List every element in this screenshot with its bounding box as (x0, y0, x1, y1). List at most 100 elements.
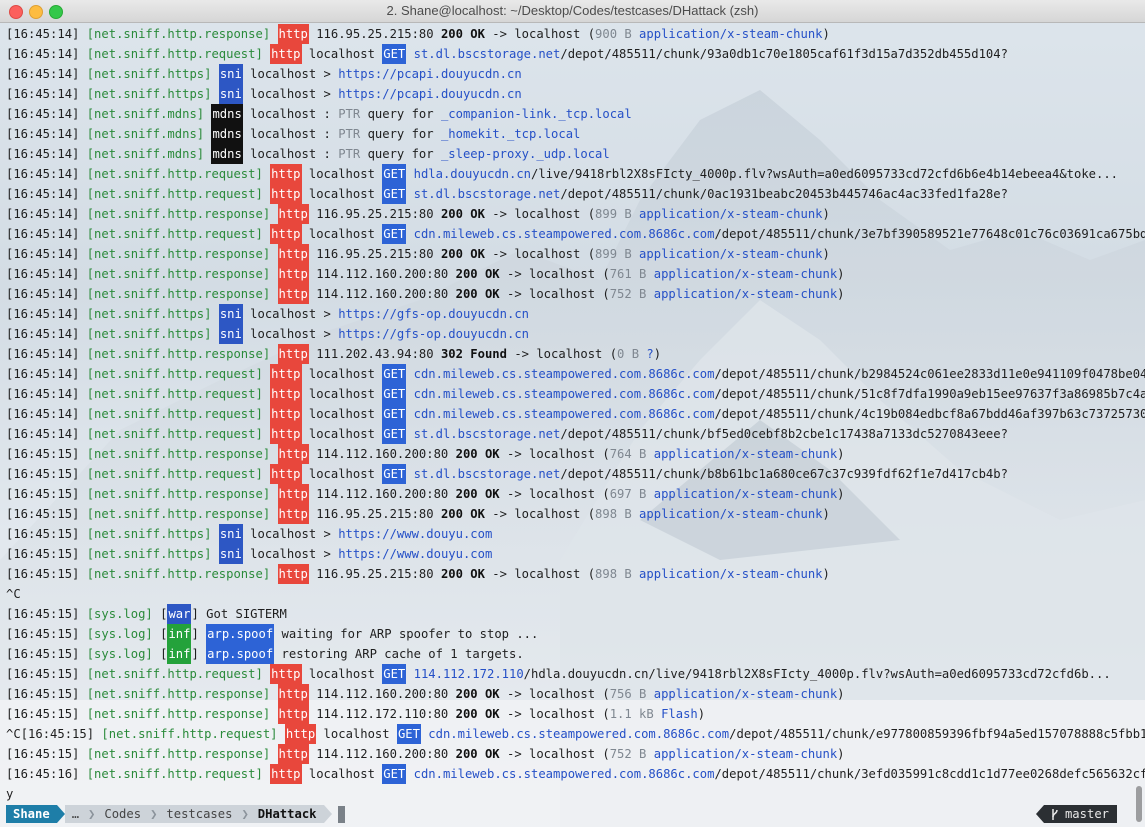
status-text: Found (462, 347, 507, 361)
log-line: [16:45:15] [net.sniff.http.response] htt… (6, 564, 1145, 584)
status-text: OK (477, 747, 500, 761)
git-branch-icon (1052, 808, 1058, 820)
status-code: 200 (440, 247, 463, 261)
log-source: 114.112.160.200:80 (308, 687, 456, 701)
url-link[interactable]: https://www.douyu.com (338, 527, 492, 541)
status-code: 200 (440, 567, 463, 581)
request-host[interactable]: cdn.mileweb.cs.steampowered.com.8686c.co… (406, 407, 715, 421)
url-link[interactable]: https://gfs-op.douyucdn.cn (338, 327, 529, 341)
log-module-tag: [net.sniff.https] (86, 527, 212, 541)
terminal-window: 2. Shane@localhost: ~/Desktop/Codes/test… (0, 0, 1145, 827)
log-text: ) (822, 507, 830, 521)
log-text: -> localhost ( (484, 507, 596, 521)
log-timestamp: [16:45:16] (6, 767, 80, 781)
protocol-badge: http (277, 284, 309, 304)
log-text: ) (837, 747, 845, 761)
log-line: [16:45:15] [net.sniff.http.response] htt… (6, 744, 1145, 764)
protocol-badge: http (270, 184, 302, 204)
log-source: 111.202.43.94:80 (308, 347, 441, 361)
url-link[interactable]: https://pcapi.douyucdn.cn (338, 67, 521, 81)
log-message: Got SIGTERM (198, 607, 287, 621)
log-text: -> localhost ( (499, 487, 610, 501)
protocol-badge: http (284, 724, 317, 744)
log-module-tag: [net.sniff.http.response] (86, 687, 271, 701)
log-text: -> localhost ( (484, 27, 596, 41)
url-link[interactable]: _sleep-proxy._udp.local (441, 147, 610, 161)
request-path: /depot/485511/chunk/3e7bf390589521e77648… (714, 227, 1145, 241)
status-code: 200 (455, 687, 478, 701)
log-line: [16:45:14] [net.sniff.http.request] http… (6, 424, 1145, 444)
log-line: [16:45:14] [net.sniff.http.response] htt… (6, 344, 1145, 364)
status-text: OK (477, 487, 500, 501)
status-code: 200 (440, 207, 463, 221)
git-status: master (1035, 805, 1117, 823)
url-link[interactable]: https://gfs-op.douyucdn.cn (338, 307, 529, 321)
log-module-tag: [net.sniff.http.response] (86, 267, 271, 281)
log-source: localhost > (242, 87, 339, 101)
method-badge: GET (382, 664, 407, 684)
log-module-tag: [net.sniff.mdns] (86, 147, 205, 161)
status-text: OK (477, 447, 500, 461)
log-module-tag: [sys.log] (86, 607, 153, 621)
log-source: 116.95.25.215:80 (308, 507, 441, 521)
log-source: 114.112.160.200:80 (308, 287, 456, 301)
log-module-tag: [net.sniff.http.response] (86, 287, 271, 301)
text-cursor[interactable] (337, 805, 345, 823)
request-host[interactable]: hdla.douyucdn.cn (406, 167, 531, 181)
content-type: application/x-steam-chunk (631, 567, 823, 581)
status-text: OK (462, 247, 485, 261)
content-type: ? (639, 347, 654, 361)
terminal-output[interactable]: [16:45:14] [net.sniff.http.response] htt… (6, 24, 1145, 804)
log-line: [16:45:16] [net.sniff.http.request] http… (6, 764, 1145, 784)
url-link[interactable]: https://pcapi.douyucdn.cn (338, 87, 521, 101)
log-module-tag: [net.sniff.http.response] (86, 747, 271, 761)
request-host[interactable]: cdn.mileweb.cs.steampowered.com.8686c.co… (406, 387, 715, 401)
log-bracket: ] (191, 647, 199, 661)
log-timestamp: [16:45:15] (6, 507, 80, 521)
log-text: -> localhost ( (499, 707, 610, 721)
request-host[interactable]: cdn.mileweb.cs.steampowered.com.8686c.co… (406, 227, 715, 241)
protocol-badge: sni (218, 324, 243, 344)
url-link[interactable]: _homekit._tcp.local (441, 127, 580, 141)
log-source: localhost (301, 387, 383, 401)
raw-output: y (6, 787, 14, 801)
log-source: localhost > (242, 527, 339, 541)
content-type: application/x-steam-chunk (631, 507, 823, 521)
protocol-badge: http (277, 504, 309, 524)
log-module-tag: [net.sniff.http.request] (86, 407, 263, 421)
request-host[interactable]: cdn.mileweb.cs.steampowered.com.8686c.co… (406, 367, 715, 381)
request-host[interactable]: 114.112.172.110 (406, 667, 524, 681)
log-line: [16:45:14] [net.sniff.http.request] http… (6, 384, 1145, 404)
request-host[interactable]: st.dl.bscstorage.net (406, 47, 561, 61)
request-host[interactable]: cdn.mileweb.cs.steampowered.com.8686c.co… (421, 727, 729, 741)
protocol-badge: http (277, 564, 309, 584)
log-timestamp: [16:45:15] (6, 487, 80, 501)
log-timestamp: [16:45:14] (6, 207, 80, 221)
log-timestamp: [16:45:15] (6, 667, 80, 681)
log-line: [16:45:15] [net.sniff.https] sni localho… (6, 524, 1145, 544)
log-source: localhost (301, 227, 383, 241)
log-source: 114.112.160.200:80 (308, 267, 456, 281)
request-host[interactable]: cdn.mileweb.cs.steampowered.com.8686c.co… (406, 767, 715, 781)
status-code: 200 (455, 447, 478, 461)
status-text: OK (477, 287, 500, 301)
protocol-badge: http (277, 744, 309, 764)
log-line: [16:45:14] [net.sniff.http.request] http… (6, 404, 1145, 424)
request-host[interactable]: st.dl.bscstorage.net (406, 187, 561, 201)
protocol-badge: http (277, 444, 309, 464)
terminal-scrollbar[interactable] (1136, 786, 1142, 822)
log-module-tag: [net.sniff.mdns] (86, 107, 205, 121)
request-host[interactable]: st.dl.bscstorage.net (406, 427, 561, 441)
log-timestamp: [16:45:15] (6, 687, 80, 701)
log-line: [16:45:14] [net.sniff.http.response] htt… (6, 284, 1145, 304)
request-path: /depot/485511/chunk/93a0db1c70e1805caf61… (560, 47, 1008, 61)
log-bracket: [ (152, 607, 168, 621)
log-text: ) (822, 247, 830, 261)
log-line: [16:45:15] [net.sniff.http.response] htt… (6, 484, 1145, 504)
request-host[interactable]: st.dl.bscstorage.net (406, 467, 561, 481)
content-type: application/x-steam-chunk (646, 487, 838, 501)
url-link[interactable]: https://www.douyu.com (338, 547, 492, 561)
url-link[interactable]: _companion-link._tcp.local (441, 107, 632, 121)
method-badge: GET (382, 184, 407, 204)
log-source: localhost : (242, 107, 339, 121)
